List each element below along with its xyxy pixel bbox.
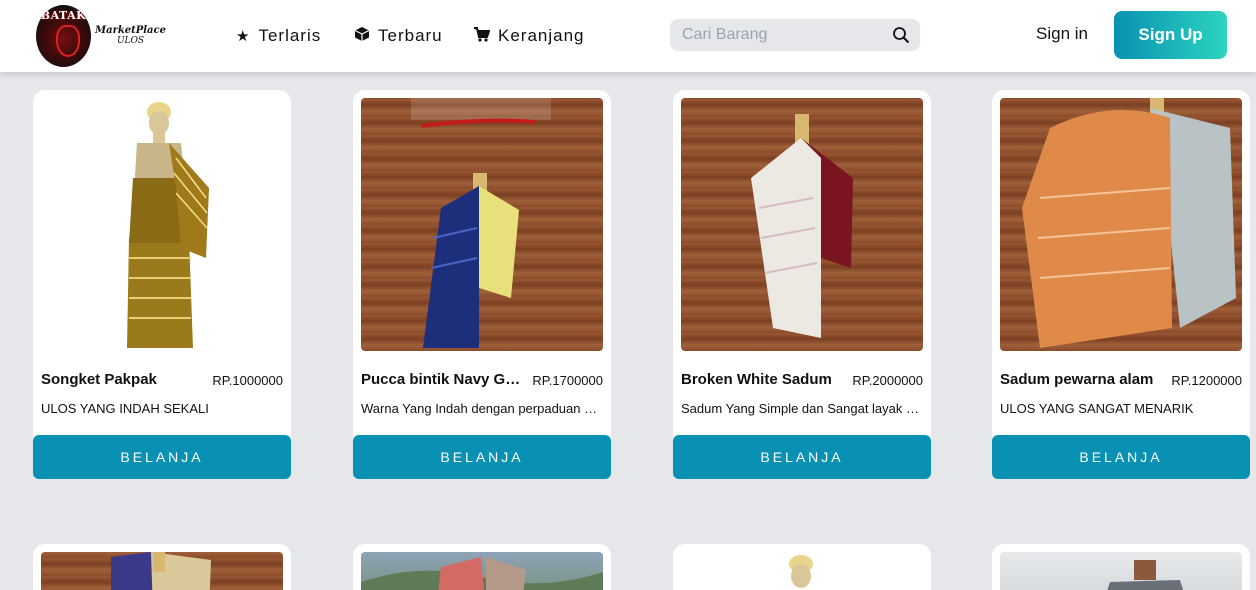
product-card[interactable]: Pucca bintik Navy Green RP.1700000 Warna…	[353, 90, 611, 479]
product-card[interactable]: Sadum pewarna alam RP.1200000 ULOS YANG …	[992, 90, 1250, 479]
product-name[interactable]: Songket Pakpak	[41, 371, 201, 388]
belanja-button[interactable]: BELANJA	[673, 435, 931, 479]
product-card[interactable]	[992, 544, 1250, 590]
logo-wordmark: MarketPlace ULOS	[95, 25, 166, 47]
cart-icon	[473, 26, 491, 46]
product-name[interactable]: Sadum pewarna alam	[1000, 371, 1160, 388]
product-image[interactable]	[41, 98, 283, 351]
product-image[interactable]	[1000, 552, 1242, 590]
logo-line-2: ULOS	[116, 36, 145, 46]
product-image[interactable]	[681, 98, 923, 351]
product-price: RP.1200000	[1171, 373, 1242, 388]
product-card[interactable]: Songket Pakpak RP.1000000 ULOS YANG INDA…	[33, 90, 291, 479]
nav-terlaris[interactable]: ★ Terlaris	[236, 24, 321, 48]
nav-keranjang[interactable]: Keranjang	[473, 24, 585, 48]
product-price: RP.1000000	[212, 373, 283, 388]
site-logo[interactable]: BATAK MarketPlace ULOS	[36, 5, 166, 67]
cube-icon	[354, 26, 370, 46]
product-name[interactable]: Broken White Sadum	[681, 371, 841, 388]
logo-emblem-text: BATAK	[40, 9, 87, 22]
nav-terlaris-label: Terlaris	[258, 26, 322, 45]
product-card[interactable]	[33, 544, 291, 590]
product-description: ULOS YANG SANGAT MENARIK	[1000, 401, 1194, 416]
nav-terbaru-label: Terbaru	[378, 26, 443, 45]
product-card[interactable]	[353, 544, 611, 590]
product-description: ULOS YANG INDAH SEKALI	[41, 401, 209, 416]
product-name[interactable]: Pucca bintik Navy Green	[361, 371, 521, 388]
belanja-button[interactable]: BELANJA	[353, 435, 611, 479]
product-card[interactable]	[673, 544, 931, 590]
star-icon: ★	[236, 28, 251, 45]
logo-line-1: MarketPlace	[95, 25, 166, 36]
product-image[interactable]	[361, 552, 603, 590]
product-description: Warna Yang Indah dengan perpaduan warna	[361, 401, 601, 416]
search-input[interactable]	[670, 19, 890, 51]
product-card[interactable]: Broken White Sadum RP.2000000 Sadum Yang…	[673, 90, 931, 479]
sign-up-button[interactable]: Sign Up	[1114, 11, 1227, 59]
product-image[interactable]	[1000, 98, 1242, 351]
product-image[interactable]	[361, 98, 603, 351]
nav-terbaru[interactable]: Terbaru	[354, 24, 443, 48]
belanja-button[interactable]: BELANJA	[33, 435, 291, 479]
belanja-button[interactable]: BELANJA	[992, 435, 1250, 479]
top-navbar: BATAK MarketPlace ULOS ★ Terlaris Terbar…	[0, 0, 1256, 72]
product-image[interactable]	[41, 552, 283, 590]
product-price: RP.2000000	[852, 373, 923, 388]
nav-keranjang-label: Keranjang	[498, 26, 585, 45]
product-image[interactable]	[681, 552, 923, 590]
product-price: RP.1700000	[532, 373, 603, 388]
product-description: Sadum Yang Simple dan Sangat layak dipak…	[681, 401, 921, 416]
sign-in-link[interactable]: Sign in	[1036, 24, 1088, 44]
search-bar	[670, 19, 920, 51]
batak-logo-emblem: BATAK	[36, 5, 92, 67]
search-icon[interactable]	[892, 26, 910, 44]
